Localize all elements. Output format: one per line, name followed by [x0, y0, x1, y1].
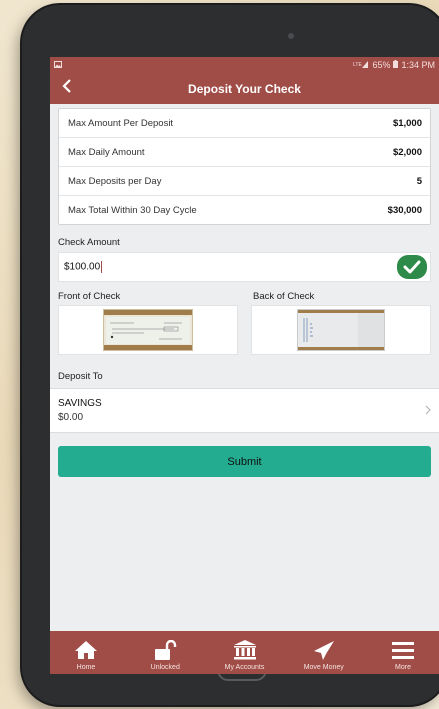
limit-row: Max Total Within 30 Day Cycle $30,000: [59, 196, 430, 224]
limit-value: 5: [416, 175, 422, 187]
limit-label: Max Amount Per Deposit: [68, 117, 174, 129]
check-images: [50, 305, 439, 355]
tab-label: Move Money: [303, 664, 344, 671]
check-amount-label: Check Amount: [58, 237, 120, 248]
back-button[interactable]: [56, 77, 78, 99]
text-cursor: [101, 261, 103, 273]
check-amount-input[interactable]: $100.00: [58, 252, 431, 282]
svg-text:LTE: LTE: [353, 62, 362, 68]
app-header: Deposit Your Check: [50, 73, 439, 104]
limit-row: Max Daily Amount $2,000: [59, 138, 430, 167]
back-of-check-box[interactable]: [251, 305, 431, 355]
back-check-image: [297, 309, 385, 351]
tab-move-money[interactable]: Move Money: [292, 631, 356, 674]
menu-icon: [391, 640, 415, 664]
account-info: SAVINGS $0.00: [58, 398, 102, 423]
limit-label: Max Daily Amount: [68, 146, 145, 158]
limit-label: Max Total Within 30 Day Cycle: [68, 204, 197, 216]
status-bar: LTE 65% 1:34 PM: [50, 57, 439, 73]
battery-icon: [393, 60, 399, 70]
limit-value: $2,000: [392, 146, 422, 158]
unlock-icon: [153, 639, 177, 664]
deposit-to-label: Deposit To: [58, 371, 103, 382]
tab-unlocked[interactable]: Unlocked: [133, 631, 197, 674]
submit-button[interactable]: Submit: [58, 446, 431, 477]
check-images-labels: Front of Check Back of Check: [50, 291, 439, 302]
tab-more[interactable]: More: [371, 631, 435, 674]
front-of-check-box[interactable]: [58, 305, 238, 355]
tab-home[interactable]: Home: [54, 631, 118, 674]
account-name: SAVINGS: [58, 398, 102, 409]
tab-label: Home: [76, 664, 96, 671]
gallery-notification-icon: [54, 60, 62, 70]
tab-label: My Accounts: [224, 664, 265, 671]
limit-row: Max Deposits per Day 5: [59, 167, 430, 196]
tab-my-accounts[interactable]: My Accounts: [213, 631, 277, 674]
tab-label: More: [395, 664, 411, 671]
app-screen: LTE 65% 1:34 PM Deposit Your Check Max A…: [50, 57, 439, 674]
lte-signal-icon: LTE: [353, 60, 369, 70]
front-check-image: [103, 309, 193, 351]
limit-value: $30,000: [387, 204, 422, 216]
clock: 1:34 PM: [401, 60, 435, 70]
checkmark-circle-icon: [397, 255, 427, 279]
limit-label: Max Deposits per Day: [68, 175, 162, 187]
chevron-left-icon: [62, 78, 72, 98]
limit-value: $1,000: [392, 117, 422, 129]
check-amount-value-wrap: $100.00: [64, 261, 103, 273]
paper-plane-icon: [312, 640, 336, 664]
limit-row: Max Amount Per Deposit $1,000: [59, 109, 430, 138]
tab-label: Unlocked: [150, 664, 180, 671]
camera-lens: [288, 33, 294, 39]
chevron-right-icon: [425, 404, 431, 418]
tab-bar: Home Unlocked My Accounts Move Money Mor…: [50, 631, 439, 674]
bank-icon: [233, 640, 257, 664]
front-of-check-label: Front of Check: [58, 291, 121, 302]
deposit-account-selector[interactable]: SAVINGS $0.00: [50, 388, 439, 433]
limits-card: Max Amount Per Deposit $1,000 Max Daily …: [58, 108, 431, 225]
account-balance: $0.00: [58, 412, 84, 423]
check-amount-value: $100.00: [64, 261, 101, 273]
battery-percent: 65%: [372, 60, 391, 70]
page-title: Deposit Your Check: [188, 81, 301, 96]
back-of-check-label: Back of Check: [253, 291, 315, 302]
home-icon: [74, 640, 98, 664]
